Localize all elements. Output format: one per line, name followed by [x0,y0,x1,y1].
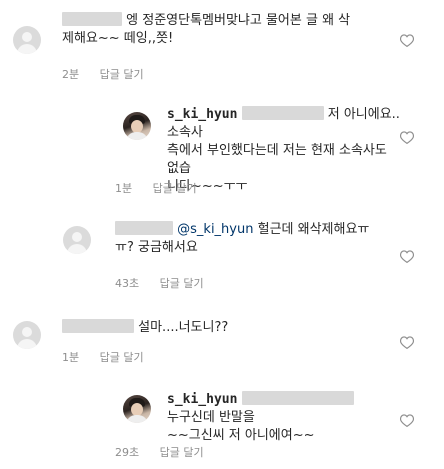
comment-text: 엥 정준영단톡멤버맞냐고 물어본 글 왜 삭 제해요~~ 떼잉,,쯧! [62,12,351,46]
comment-username[interactable]: s_ki_hyun [167,392,237,407]
heart-outline-icon[interactable] [400,336,418,352]
heart-outline-icon[interactable] [400,414,418,430]
redacted-username[interactable] [115,221,173,235]
comment-item: 엥 정준영단톡멤버맞냐고 물어본 글 왜 삭 제해요~~ 떼잉,,쯧! 2분 답… [0,0,444,90]
comment-username[interactable]: s_ki_hyun [167,107,237,122]
comment-time[interactable]: 43초 [115,277,139,290]
comment-time[interactable]: 2분 [62,68,79,81]
comment-meta: 1분 답글 달기 [115,180,214,196]
reply-button[interactable]: 답글 달기 [100,68,144,81]
comment-meta: 29초 답글 달기 [115,444,221,460]
comment-time[interactable]: 1분 [62,351,79,364]
comment-text: @s_ki_hyun 헐근데 왜삭제해요ㅠ ㅠ? 궁금해서요 [115,221,370,255]
redacted-text [241,391,354,405]
default-avatar-icon[interactable] [13,321,41,349]
comment-time[interactable]: 1분 [115,182,132,195]
heart-outline-icon[interactable] [400,250,418,266]
comment-text: 설마....너도니?? [62,319,392,337]
heart-outline-icon[interactable] [400,131,418,147]
comment-reply-item: @s_ki_hyun 헐근데 왜삭제해요ㅠ ㅠ? 궁금해서요 43초 답글 달기 [0,220,444,295]
comment-reply-item: s_ki_hyun 누구신데 반말을 ~~그신씨 저 아니에여~~ 29초 답글… [0,385,444,469]
mention-link[interactable]: @s_ki_hyun [177,222,253,237]
reply-button[interactable]: 답글 달기 [160,446,204,459]
comment-meta: 2분 답글 달기 [62,66,161,82]
comment-reply-item: s_ki_hyun 저 아니에요..소속사 측에서 부인했다는데 저는 현재 소… [0,100,444,195]
comment-item: 설마....너도니?? 1분 답글 달기 [0,305,444,370]
reply-button[interactable]: 답글 달기 [100,351,144,364]
default-avatar-icon[interactable] [13,26,41,54]
reply-button[interactable]: 답글 달기 [153,182,197,195]
comment-meta: 1분 답글 달기 [62,349,161,365]
comment-time[interactable]: 29초 [115,446,139,459]
redacted-username[interactable] [62,12,122,26]
redacted-text [241,106,324,120]
redacted-username[interactable] [62,319,134,333]
comment-meta: 43초 답글 달기 [115,275,221,291]
comment-text: s_ki_hyun 누구신데 반말을 ~~그신씨 저 아니에여~~ [167,391,397,445]
reply-button[interactable]: 답글 달기 [160,277,204,290]
heart-outline-icon[interactable] [400,34,418,50]
user-photo-avatar[interactable] [123,112,151,140]
default-avatar-icon[interactable] [63,226,91,254]
user-photo-avatar[interactable] [123,395,151,423]
